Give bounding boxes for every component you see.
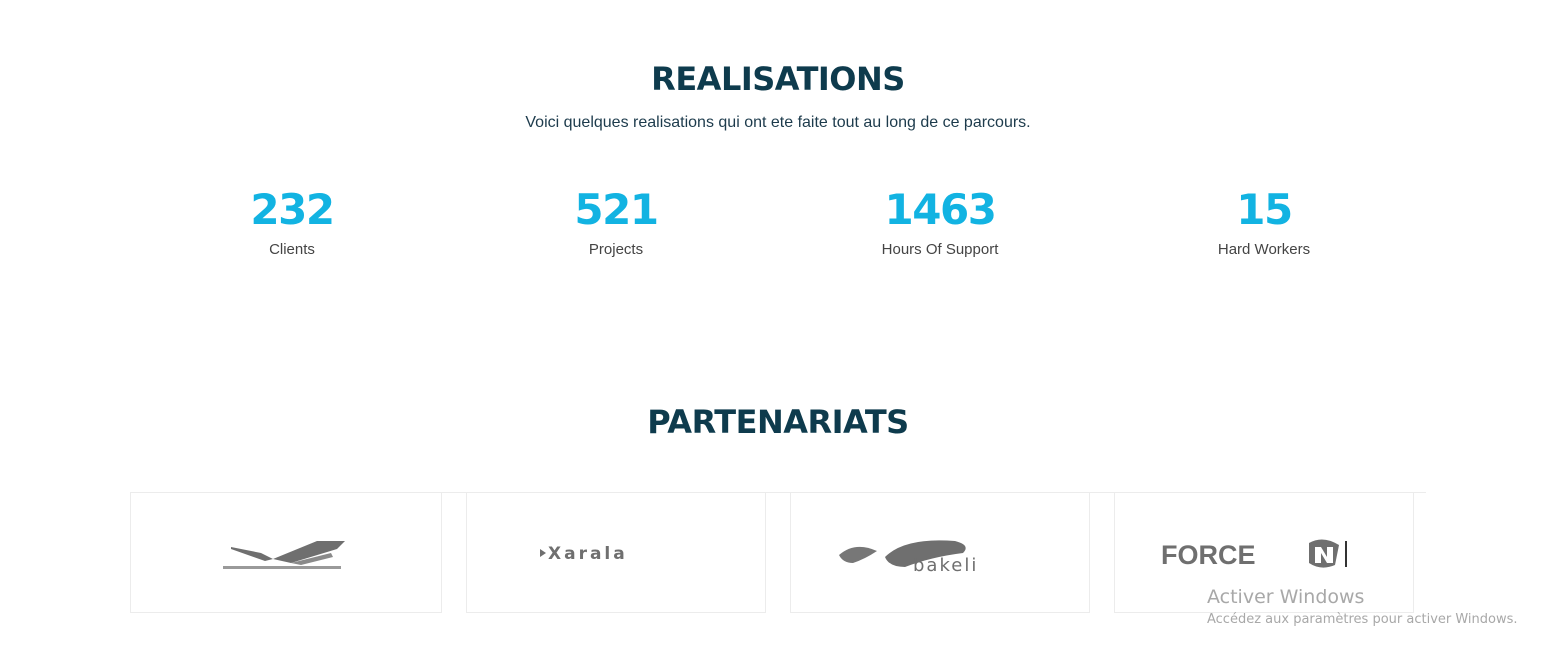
- svg-text:Xarala: Xarala: [548, 544, 628, 564]
- bakeli-logo: bakeli: [835, 533, 1045, 573]
- svg-text:FORCE: FORCE: [1161, 540, 1256, 570]
- stat-projects: 521 Projects: [454, 184, 778, 258]
- stat-value: 521: [574, 185, 659, 234]
- stat-value: 15: [1236, 185, 1293, 234]
- windows-activation-watermark: Activer Windows Accédez aux paramètres p…: [1207, 586, 1518, 627]
- svg-text:bakeli: bakeli: [913, 555, 978, 573]
- watermark-title: Activer Windows: [1207, 586, 1365, 608]
- stat-value: 232: [250, 185, 335, 234]
- watermark-subtitle: Accédez aux paramètres pour activer Wind…: [1207, 612, 1518, 627]
- stat-hard-workers: 15 Hard Workers: [1102, 184, 1426, 258]
- xarala-logo: Xarala: [536, 541, 696, 565]
- stat-clients: 232 Clients: [130, 184, 454, 258]
- realisations-subtitle: Voici quelques realisations qui ont ete …: [525, 114, 1031, 131]
- force-n-logo: FORCE: [1159, 533, 1369, 573]
- stat-label: Hours Of Support: [881, 241, 999, 258]
- stat-label: Clients: [269, 241, 315, 258]
- realisations-title: REALISATIONS: [651, 60, 905, 98]
- stats-row: 232 Clients 521 Projects 1463 Hours Of S…: [130, 184, 1426, 258]
- page: REALISATIONS Voici quelques realisations…: [0, 0, 1560, 660]
- stat-label: Projects: [588, 241, 644, 258]
- volkeno-logo: [221, 533, 351, 573]
- partner-card-volkeno[interactable]: [130, 493, 442, 613]
- partner-card-bakeli[interactable]: bakeli: [790, 493, 1090, 613]
- partenariats-title: PARTENARIATS: [647, 403, 909, 441]
- partner-card-xarala[interactable]: Xarala: [466, 493, 766, 613]
- stat-label: Hard Workers: [1217, 241, 1311, 258]
- stat-hours-of-support: 1463 Hours Of Support: [778, 184, 1102, 258]
- stat-value: 1463: [884, 185, 997, 234]
